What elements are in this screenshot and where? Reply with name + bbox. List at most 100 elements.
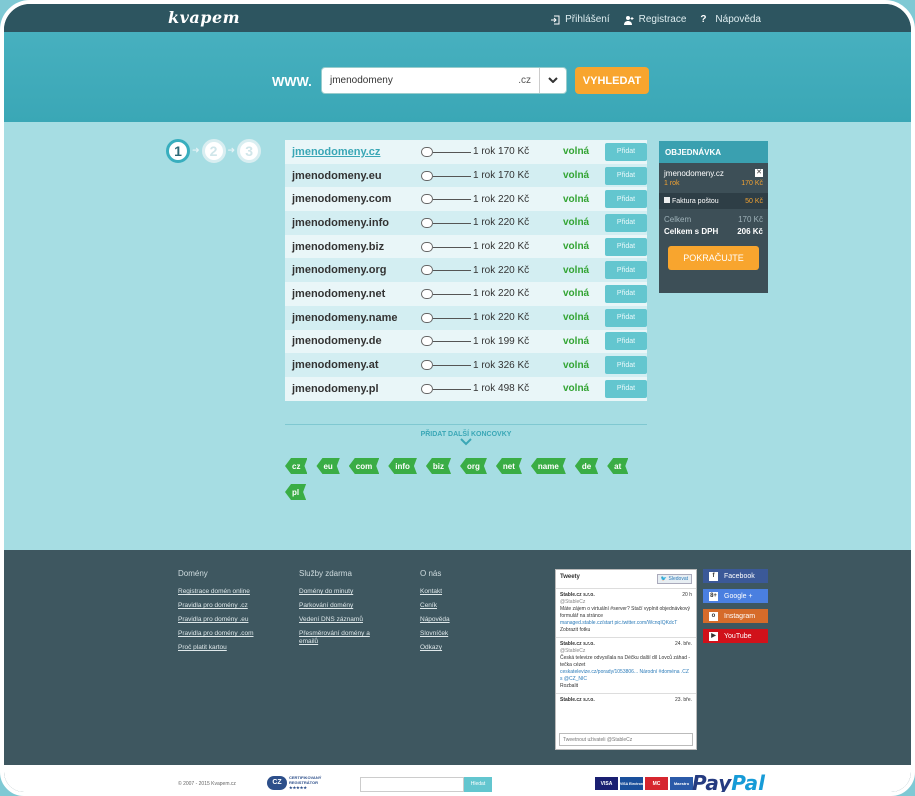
search-button[interactable]: VYHLEDAT xyxy=(575,67,649,94)
add-domain-button[interactable]: Přidat xyxy=(605,166,647,185)
invoice-checkbox[interactable] xyxy=(664,197,670,203)
slider-track xyxy=(433,365,471,367)
tweet-link[interactable]: ceskatelevize.cz/porady/1053806... Národ… xyxy=(560,669,692,683)
domain-name[interactable]: jmenodomeny.cz xyxy=(285,146,415,158)
tld-tag[interactable]: eu xyxy=(316,458,339,474)
www-prefix: WWW. xyxy=(272,74,312,89)
add-domain-button[interactable]: Přidat xyxy=(605,308,647,327)
slider-knob[interactable] xyxy=(421,360,433,371)
page-frame: kvapem Přihlášení Registrace ? Nápověda … xyxy=(0,0,915,796)
footer-link[interactable]: Odkazy xyxy=(420,644,530,652)
google-plus-button[interactable]: 8+ Google + xyxy=(703,589,768,603)
footer-link[interactable]: Domény do minuty xyxy=(299,588,409,596)
add-domain-button[interactable]: Přidat xyxy=(605,190,647,209)
slider-knob[interactable] xyxy=(421,288,433,299)
cz-logo: CZ xyxy=(267,775,287,790)
footer-link[interactable]: Pravidla pro domény .eu xyxy=(178,616,288,624)
domain-search-input[interactable]: jmenodomeny xyxy=(322,75,518,86)
footer-link[interactable]: Slovníček xyxy=(420,630,530,638)
domain-search-field[interactable]: jmenodomeny .cz xyxy=(321,67,567,94)
continue-button[interactable]: POKRAČUJTE xyxy=(668,246,759,270)
tweet-user[interactable]: Stable.cz s.r.o. xyxy=(560,697,595,704)
cz-registrar-badge[interactable]: CZ CERTIFIKOVANÝ REGISTRÁTOR ★★★★★ xyxy=(267,775,321,790)
tweet-user[interactable]: Stable.cz s.r.o. xyxy=(560,592,595,599)
footer-search-button[interactable]: Hledat xyxy=(464,777,492,792)
slider-knob[interactable] xyxy=(421,336,433,347)
footer-link[interactable]: Kontakt xyxy=(420,588,530,596)
availability-status: volná xyxy=(563,146,590,158)
login-label: Přihlášení xyxy=(565,14,610,25)
facebook-button[interactable]: f Facebook xyxy=(703,569,768,583)
add-domain-button[interactable]: Přidat xyxy=(605,356,647,375)
invoice-option[interactable]: Faktura poštou 50 Kč xyxy=(659,193,768,209)
footer-link[interactable]: Ceník xyxy=(420,602,530,610)
slider-knob[interactable] xyxy=(421,383,433,394)
footer-link[interactable]: Proč platit kartou xyxy=(178,644,288,652)
period-slider[interactable] xyxy=(421,360,471,371)
slider-knob[interactable] xyxy=(421,146,433,157)
add-domain-button[interactable]: Přidat xyxy=(605,213,647,232)
add-domain-button[interactable]: Přidat xyxy=(605,379,647,398)
tweet-input[interactable]: Tweetnout uživateli @StableCz xyxy=(559,733,693,746)
tld-tag[interactable]: cz xyxy=(285,458,307,474)
site-logo[interactable]: kvapem xyxy=(168,8,240,27)
add-domain-button[interactable]: Přidat xyxy=(605,261,647,280)
table-row: jmenodomeny.info 1 rok 220 Kč volná Přid… xyxy=(285,211,647,235)
footer-link[interactable]: Nápověda xyxy=(420,616,530,624)
footer-link[interactable]: Přesměrování domény a emailů xyxy=(299,630,389,646)
period-slider[interactable] xyxy=(421,217,471,228)
add-domain-button[interactable]: Přidat xyxy=(605,237,647,256)
add-domain-button[interactable]: Přidat xyxy=(605,142,647,161)
chevron-down-icon[interactable] xyxy=(285,438,647,449)
slider-knob[interactable] xyxy=(421,241,433,252)
period-slider[interactable] xyxy=(421,312,471,323)
tld-tag[interactable]: com xyxy=(349,458,379,474)
add-more-tlds[interactable]: PŘIDAT DALŠÍ KONCOVKY xyxy=(285,424,647,449)
tld-tag[interactable]: net xyxy=(496,458,522,474)
tld-tag[interactable]: biz xyxy=(426,458,451,474)
add-domain-button[interactable]: Přidat xyxy=(605,332,647,351)
chevron-down-icon[interactable] xyxy=(540,75,566,86)
tld-tag[interactable]: name xyxy=(531,458,566,474)
help-link[interactable]: ? Nápověda xyxy=(700,14,761,25)
footer-link[interactable]: Vedení DNS záznamů xyxy=(299,616,409,624)
tld-tag[interactable]: de xyxy=(575,458,598,474)
footer-search-input[interactable] xyxy=(360,777,464,792)
period-slider[interactable] xyxy=(421,265,471,276)
period-slider[interactable] xyxy=(421,336,471,347)
tweet-link[interactable]: managed.stable.cz/start pic.twitter.com/… xyxy=(560,620,692,627)
twitter-follow-button[interactable]: 🐦 Sledovat xyxy=(656,574,692,584)
slider-knob[interactable] xyxy=(421,170,433,181)
close-icon[interactable]: ✕ xyxy=(755,169,763,177)
tld-tag[interactable]: pl xyxy=(285,484,306,500)
footer-link[interactable]: Pravidla pro domény .cz xyxy=(178,602,288,610)
tld-tag[interactable]: at xyxy=(607,458,628,474)
slider-knob[interactable] xyxy=(421,265,433,276)
period-slider[interactable] xyxy=(421,170,471,181)
add-domain-button[interactable]: Přidat xyxy=(605,284,647,303)
login-link[interactable]: Přihlášení xyxy=(550,14,610,25)
table-row: jmenodomeny.de 1 rok 199 Kč volná Přidat xyxy=(285,329,647,354)
register-link[interactable]: Registrace xyxy=(623,14,686,25)
slider-knob[interactable] xyxy=(421,312,433,323)
footer-link[interactable]: Parkování domény xyxy=(299,602,409,610)
tld-select[interactable]: .cz xyxy=(518,68,540,93)
instagram-button[interactable]: o Instagram xyxy=(703,609,768,623)
youtube-button[interactable]: ▶ YouTube xyxy=(703,629,768,643)
period-slider[interactable] xyxy=(421,146,471,157)
period-slider[interactable] xyxy=(421,194,471,205)
tweet-extra[interactable]: Rozbalit xyxy=(560,683,692,690)
slider-knob[interactable] xyxy=(421,217,433,228)
period-slider[interactable] xyxy=(421,241,471,252)
tweet-handle: @StableCz xyxy=(560,599,586,605)
slider-knob[interactable] xyxy=(421,194,433,205)
period-slider[interactable] xyxy=(421,288,471,299)
instagram-label: Instagram xyxy=(724,612,756,620)
tld-tag[interactable]: org xyxy=(460,458,487,474)
tld-tag[interactable]: info xyxy=(388,458,417,474)
tweet-extra[interactable]: Zobrazit fotku xyxy=(560,627,692,634)
footer-link[interactable]: Registrace domén online xyxy=(178,588,288,596)
footer-link[interactable]: Pravidla pro domény .com xyxy=(178,630,288,638)
tweet-user[interactable]: Stable.cz s.r.o. xyxy=(560,641,595,648)
period-slider[interactable] xyxy=(421,383,471,394)
